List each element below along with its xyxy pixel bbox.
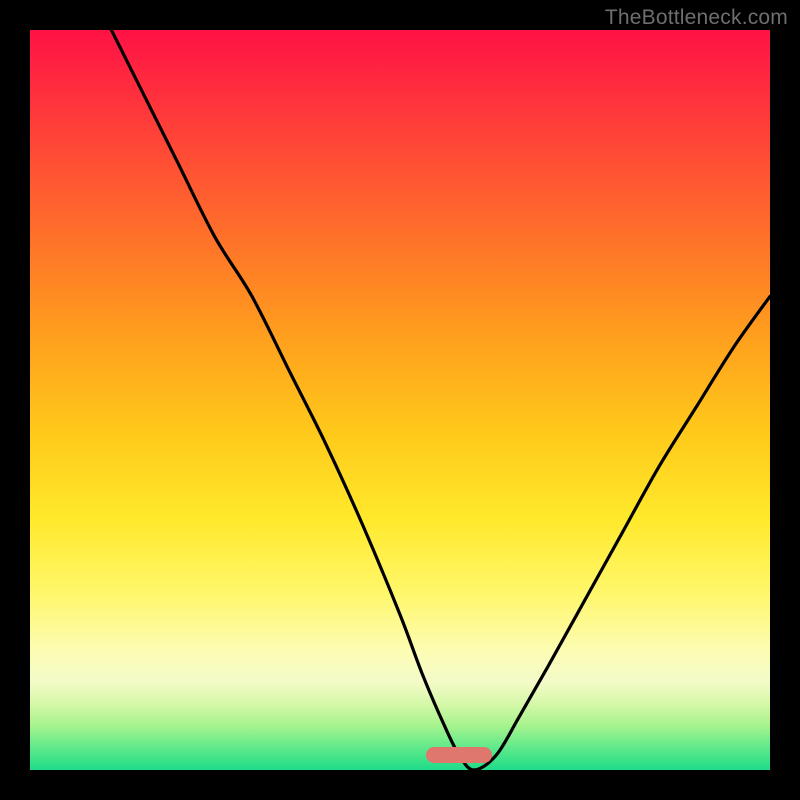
watermark-text: TheBottleneck.com [605,6,788,30]
optimal-marker [426,747,493,763]
bottleneck-curve [30,30,770,770]
chart-frame: TheBottleneck.com [0,0,800,800]
curve-path [111,30,770,770]
plot-area [30,30,770,770]
